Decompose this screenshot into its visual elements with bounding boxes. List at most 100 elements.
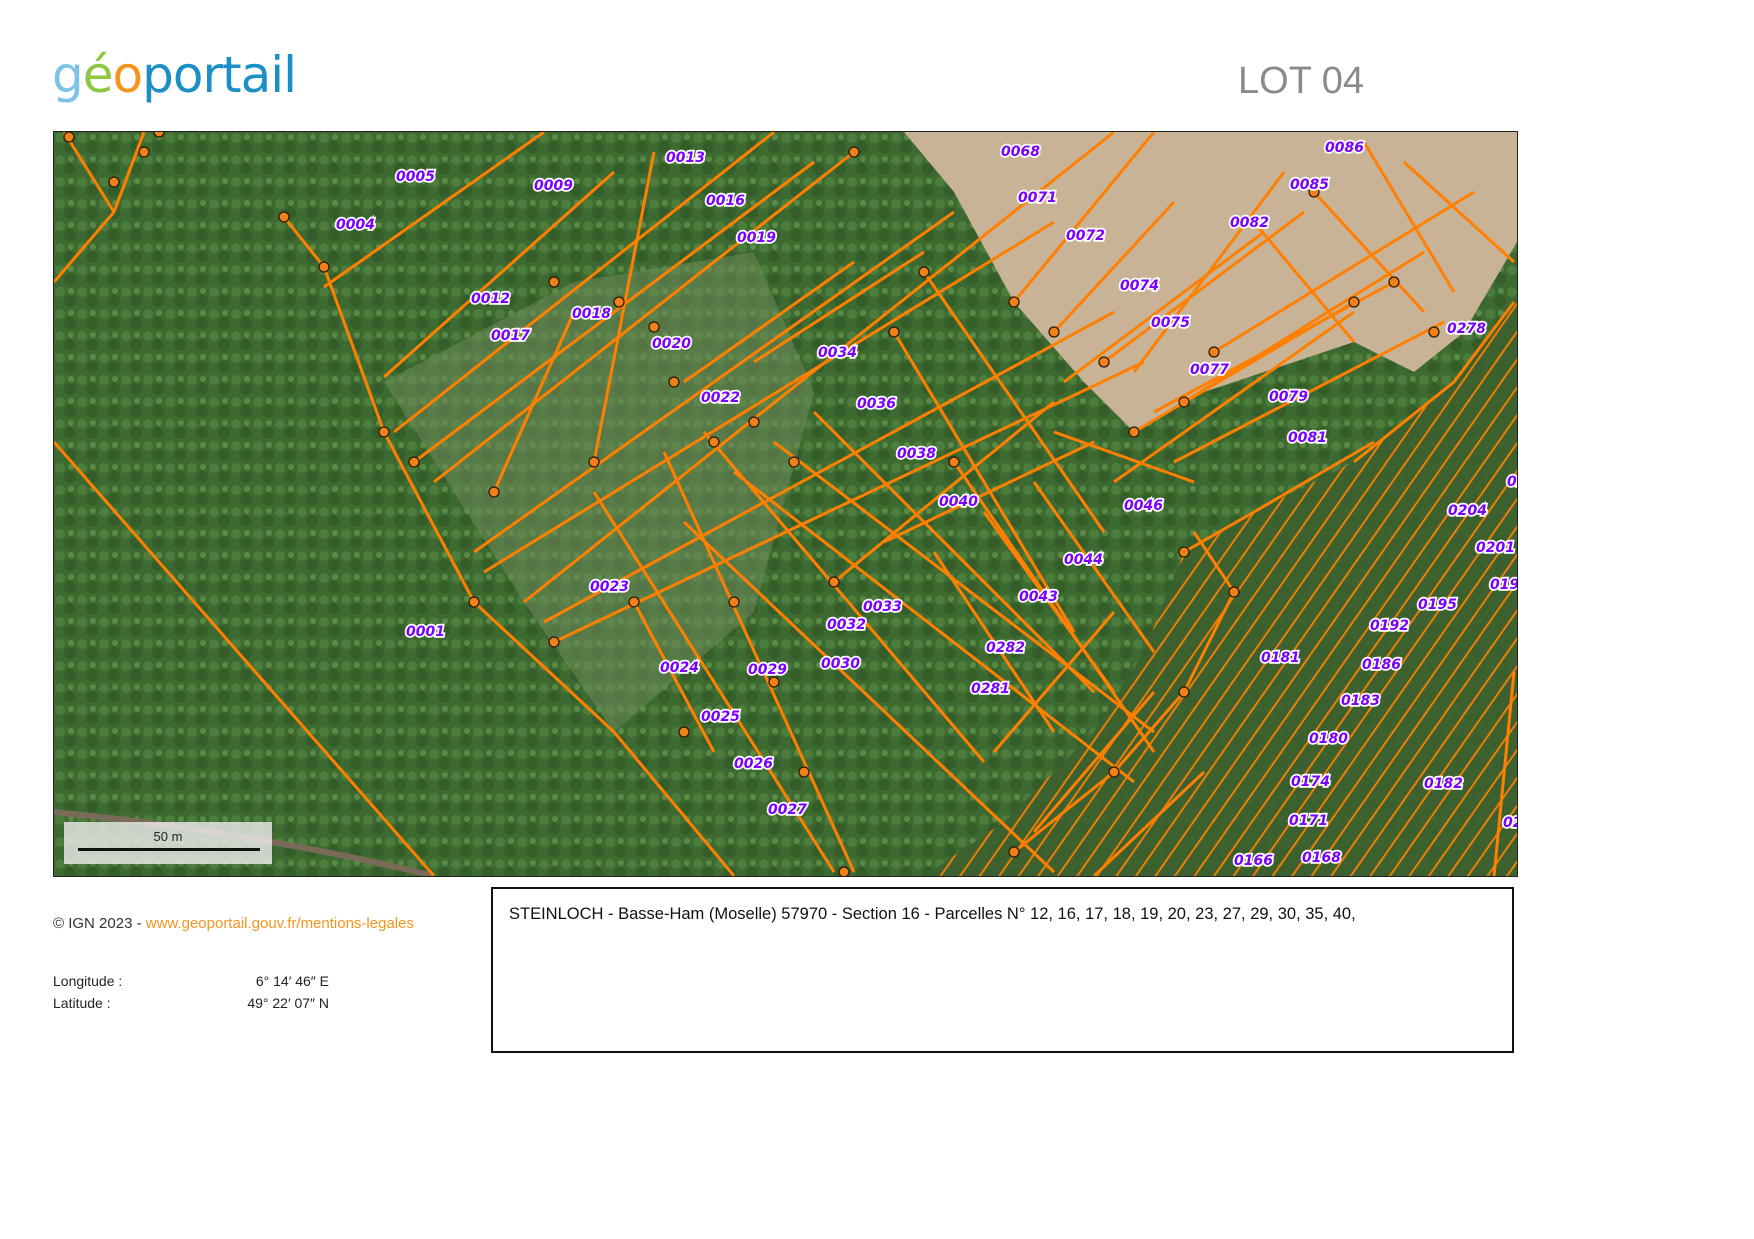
parcel-vertex-20 [888,326,900,338]
parcel-label-0030: 0030 [821,656,860,672]
parcel-label-0204: 0204 [1448,503,1487,519]
scale-label: 50 m [153,829,183,844]
parcel-label-0201: 0201 [1476,540,1515,556]
parcel-vertex-31 [1348,296,1360,308]
parcel-label-0195: 0195 [1418,597,1457,613]
parcel-vertex-28 [1208,346,1220,358]
parcel-vertex-15 [708,436,720,448]
parcel-vertex-45 [548,636,560,648]
parcel-vertex-13 [648,321,660,333]
parcel-vertex-41 [768,676,780,688]
parcel-vertex-19 [848,146,860,158]
parcel-label-0019: 0019 [737,230,776,246]
parcel-vertex-34 [1178,546,1190,558]
parcel-vertex-18 [828,576,840,588]
parcel-label-0036: 0036 [857,396,896,412]
parcel-label-0034: 0034 [818,345,857,361]
parcel-label-0025: 0025 [701,709,740,725]
lot-title: LOT 04 [1238,60,1365,102]
parcel-label-0001: 0001 [406,624,445,640]
parcel-vertex-0 [63,132,75,143]
parcel-label-02: 02 [1507,474,1517,490]
parcel-label-0174: 0174 [1291,774,1330,790]
legal-link[interactable]: www.geoportail.gouv.fr/mentions-legales [146,915,414,932]
parcel-vertex-24 [1048,326,1060,338]
parcel-label-0077: 0077 [1190,362,1229,378]
parcel-label-0068: 0068 [1001,144,1040,160]
parcel-label-0029: 0029 [748,662,787,678]
latitude-label: Latitude : [53,995,111,1011]
parcel-label-0044: 0044 [1064,552,1103,568]
parcel-label-0085: 0085 [1290,177,1329,193]
scale-bar [78,848,260,851]
logo-letter-e: é [82,46,114,104]
copyright-text: © IGN 2023 - [53,915,146,932]
parcel-vertex-10 [548,276,560,288]
parcel-vertex-3 [153,132,165,138]
parcel-label-0282: 0282 [986,640,1025,656]
parcel-label-0023: 0023 [590,579,629,595]
parcel-label-0278: 0278 [1447,321,1486,337]
parcel-label-0072: 0072 [1066,228,1105,244]
parcel-label-0075: 0075 [1151,315,1190,331]
parcel-label-0022: 0022 [701,390,740,406]
description-box: STEINLOCH - Basse-Ham (Moselle) 57970 - … [491,887,1514,1053]
parcel-vertex-2 [138,146,150,158]
map-canvas[interactable]: 0001 0004 0005 0009 0012 0013 0016 0017 0018 0019… [54,132,1517,876]
parcel-label-0027: 0027 [768,802,807,818]
logo-letter-g: g [52,46,84,104]
parcel-label-0081: 0081 [1288,430,1327,446]
parcel-label-0017: 0017 [491,328,530,344]
parcel-vertex-12 [613,296,625,308]
parcel-vertex-36 [1178,686,1190,698]
parcel-label-0086: 0086 [1325,140,1364,156]
parcel-vertex-7 [408,456,420,468]
parcel-label-0046: 0046 [1124,498,1163,514]
parcel-vertex-39 [728,596,740,608]
parcel-vertex-17 [788,456,800,468]
parcel-vertex-42 [798,766,810,778]
parcel-label-0071: 0071 [1018,190,1057,206]
parcel-label-0181: 0181 [1261,650,1300,666]
parcel-label-0032: 0032 [827,617,866,633]
parcel-vertex-43 [838,866,850,876]
longitude-label: Longitude : [53,973,123,989]
parcel-vertex-21 [918,266,930,278]
parcel-vertex-44 [628,596,640,608]
parcel-label-0040: 0040 [939,494,978,510]
parcel-label-0166: 0166 [1234,853,1273,869]
parcel-vertex-37 [1108,766,1120,778]
parcel-vertex-23 [1008,296,1020,308]
parcel-vertex-5 [318,261,330,273]
parcel-label-0171: 0171 [1289,813,1328,829]
parcel-label-0199: 0199 [1490,577,1517,593]
parcel-vertex-38 [1008,846,1020,858]
latitude-value: 49° 22′ 07″ N [247,995,329,1011]
logo-word-portail: portail [142,46,297,104]
parcel-vertex-33 [1428,326,1440,338]
parcel-label-0074: 0074 [1120,278,1159,294]
cadastral-map[interactable]: 0001 0004 0005 0009 0012 0013 0016 0017 0018 0019… [53,131,1518,877]
parcel-label-0168: 0168 [1302,850,1341,866]
parcel-vertex-35 [1228,586,1240,598]
parcel-vertex-25 [1098,356,1110,368]
logo-letter-o: o [112,46,144,104]
parcel-label-0009: 0009 [534,178,573,194]
parcel-label-0033: 0033 [863,599,902,615]
parcel-label-0005: 0005 [396,169,435,185]
parcel-label-0180: 0180 [1309,731,1348,747]
parcel-vertex-6 [378,426,390,438]
geoportail-logo: géoportail [52,50,297,100]
longitude-value: 6° 14′ 46″ E [255,973,329,989]
parcel-vertex-40 [678,726,690,738]
description-text: STEINLOCH - Basse-Ham (Moselle) 57970 - … [509,905,1356,923]
parcel-vertex-26 [1128,426,1140,438]
parcel-label-0012: 0012 [471,291,510,307]
parcel-label-0026: 0026 [734,756,773,772]
parcel-vertex-4 [278,211,290,223]
parcel-label-0004: 0004 [336,217,375,233]
parcel-label-0020: 0020 [652,336,691,352]
parcel-label-0186: 0186 [1362,657,1401,673]
parcel-label-0024: 0024 [660,660,699,676]
parcel-vertex-16 [748,416,760,428]
